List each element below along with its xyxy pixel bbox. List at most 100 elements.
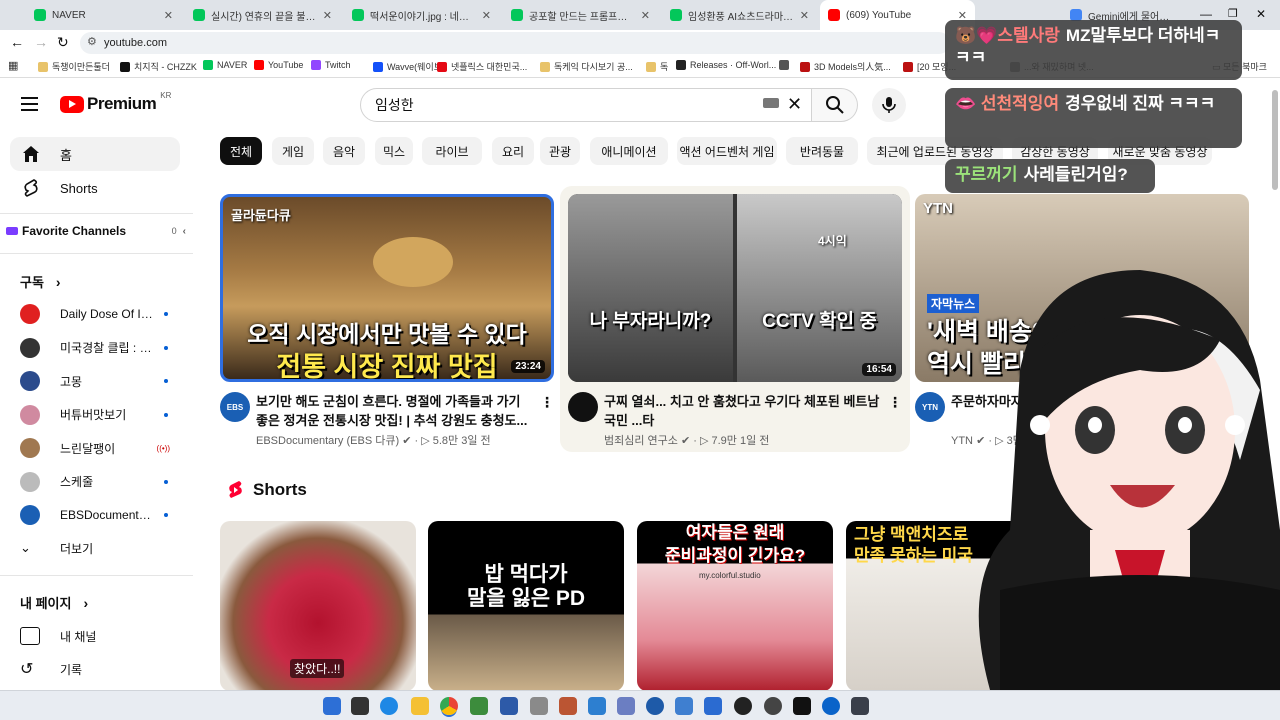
vm-icon[interactable] <box>617 697 635 715</box>
search-button[interactable] <box>812 88 858 122</box>
close-tab-icon[interactable]: ✕ <box>482 9 491 22</box>
sidebar-channel[interactable]: 느린달팽이 ((•)) <box>20 433 170 463</box>
filter-chip[interactable]: 액션 어드벤처 게임 <box>677 137 777 165</box>
filter-chip[interactable]: 관광 <box>540 137 580 165</box>
close-window-icon[interactable]: ✕ <box>1256 7 1266 21</box>
browser-tab[interactable]: 공포할 만드는 프롬프트 아카이✕ <box>503 0 658 30</box>
favorite-channels-header[interactable]: Favorite Channels 0 ‹ <box>6 222 186 240</box>
sidebar-item-shorts[interactable]: Shorts <box>10 171 180 205</box>
video-card[interactable]: 골라듄다큐 오직 시장에서만 맛볼 수 있다 전통 시장 진짜 맛집 23:24… <box>220 194 554 447</box>
file-explorer-icon[interactable] <box>411 697 429 715</box>
bookmark-item[interactable]: 독챙이만든툴더 <box>38 60 110 73</box>
filter-chip[interactable]: 믹스 <box>375 137 413 165</box>
sidebar-item-home[interactable]: 홈 <box>10 137 180 171</box>
edge-icon[interactable] <box>380 697 398 715</box>
youtube-logo[interactable]: Premium KR <box>60 91 171 114</box>
channel-avatar[interactable] <box>568 392 598 422</box>
clear-search-icon[interactable]: ✕ <box>787 94 802 115</box>
channel-avatar[interactable]: EBS <box>220 392 250 422</box>
filter-chip[interactable]: 전체 <box>220 137 262 165</box>
sidebar-channel[interactable]: 스케줄 <box>20 467 170 497</box>
obs-icon[interactable] <box>764 697 782 715</box>
minecraft-icon[interactable] <box>470 697 488 715</box>
channel-avatar <box>20 304 40 324</box>
shorts-heading: Shorts <box>228 480 307 500</box>
sidebar-channel[interactable]: 미국경찰 클립 : 미... <box>20 333 170 363</box>
snipping-icon[interactable] <box>559 697 577 715</box>
apps-grid-icon[interactable]: ▦ <box>8 59 18 72</box>
chrome-icon[interactable] <box>440 697 458 715</box>
sidebar-channel[interactable]: Daily Dose Of Int... <box>20 299 170 329</box>
scrollbar-thumb[interactable] <box>1272 90 1278 190</box>
new-content-dot <box>164 479 168 484</box>
bookmark-item[interactable]: 독케익 다시보기 공... <box>540 60 633 73</box>
page-scrollbar[interactable] <box>1270 86 1280 690</box>
reload-icon[interactable]: ↻ <box>57 34 69 51</box>
chevron-left-icon[interactable]: ‹ <box>183 226 186 237</box>
sidebar-more[interactable]: ⌄ 더보기 <box>20 533 170 563</box>
keyboard-icon[interactable] <box>763 98 779 108</box>
bookmark-item[interactable]: 넷플릭스 대한민국... <box>437 60 527 73</box>
capcut-icon[interactable] <box>793 697 811 715</box>
more-options-icon[interactable]: ⋮ <box>540 394 554 411</box>
bookmark-item[interactable]: Twitch <box>311 60 351 70</box>
chat-message: 꾸르꺼기 사레들린거임? <box>945 159 1155 193</box>
filter-chip[interactable]: 반려동물 <box>786 137 858 165</box>
filter-chip[interactable]: 음악 <box>323 137 365 165</box>
app-icon[interactable] <box>646 697 664 715</box>
store-icon[interactable] <box>500 697 518 715</box>
bookmark-item[interactable] <box>779 60 793 70</box>
filter-chip[interactable]: 애니메이션 <box>590 137 668 165</box>
bookmark-item[interactable]: Releases · Off-Worl... <box>676 60 776 70</box>
filter-chip[interactable]: 라이브 <box>422 137 482 165</box>
app-icon[interactable] <box>530 697 548 715</box>
subscriptions-header[interactable]: 구독 › <box>20 272 61 291</box>
maximize-icon[interactable]: ❐ <box>1228 7 1238 20</box>
divider <box>0 213 193 214</box>
app-icon[interactable] <box>822 697 840 715</box>
sidebar-item-history[interactable]: ↺ 기록 <box>20 654 170 684</box>
bookmark-item[interactable]: 독 <box>646 60 668 73</box>
photos-icon[interactable] <box>588 697 606 715</box>
site-info-icon[interactable]: ⚙ <box>87 35 97 48</box>
bookmark-item[interactable]: YouTube <box>254 60 303 70</box>
browser-tab[interactable]: 임성환풍 AI쇼츠드라마 : 네이버✕ <box>662 0 817 30</box>
sidebar-item-my-channel[interactable]: 내 채널 <box>20 621 170 651</box>
live-icon: ((•)) <box>156 443 170 453</box>
sidebar-channel[interactable]: 고몽 <box>20 366 170 396</box>
my-page-header[interactable]: 내 페이지 › <box>20 593 88 612</box>
back-icon[interactable]: ← <box>10 34 24 50</box>
voice-search-button[interactable] <box>872 88 906 122</box>
close-tab-icon[interactable]: ✕ <box>164 9 173 22</box>
settings-icon[interactable] <box>851 697 869 715</box>
short-card[interactable]: 여자들은 원래 준비과정이 긴가요? my.colorful.studio <box>637 521 833 691</box>
browser-tab[interactable]: 실시간) 연휴의 끝을 불태울 쇼✕ <box>185 0 340 30</box>
sidebar-channel[interactable]: 버튜버맛보기 <box>20 400 170 430</box>
copilot-icon[interactable] <box>351 697 369 715</box>
minimize-icon[interactable]: — <box>1200 7 1212 21</box>
bookmark-favicon-icon <box>676 60 686 70</box>
short-card[interactable]: 찾았다..!! <box>220 521 416 691</box>
sidebar-channel[interactable]: EBSDocumentar... <box>20 500 170 530</box>
video-thumbnail[interactable]: 골라듄다큐 오직 시장에서만 맛볼 수 있다 전통 시장 진짜 맛집 23:24 <box>220 194 554 382</box>
bookmark-item[interactable]: 3D Models의人気... <box>800 60 891 73</box>
browser-tab[interactable]: 떡서운이야기.jpg : 네이버 카페✕ <box>344 0 499 30</box>
filter-chip[interactable]: 게임 <box>272 137 314 165</box>
forward-icon[interactable]: → <box>34 34 48 50</box>
menu-icon[interactable] <box>21 97 38 111</box>
bookmark-item[interactable]: NAVER <box>203 60 247 70</box>
url-field[interactable]: ⚙ youtube.com <box>80 32 950 54</box>
filter-chip[interactable]: 요리 <box>492 137 534 165</box>
browser-tab[interactable]: NAVER ✕ <box>26 0 181 30</box>
windows-start-icon[interactable] <box>323 697 341 715</box>
editor-icon[interactable] <box>675 697 693 715</box>
close-tab-icon[interactable]: ✕ <box>800 9 809 22</box>
github-icon[interactable] <box>734 697 752 715</box>
short-card[interactable]: 밥 먹다가 말을 잃은 PD <box>428 521 624 691</box>
close-tab-icon[interactable]: ✕ <box>323 9 332 22</box>
bookmark-item[interactable]: 치지직 - CHZZK <box>120 60 197 73</box>
bookmark-item[interactable]: Wavve(웨이브) <box>373 60 445 73</box>
close-tab-icon[interactable]: ✕ <box>641 9 650 22</box>
search-input[interactable]: 임성한 ✕ <box>360 88 812 122</box>
ai-app-icon[interactable] <box>704 697 722 715</box>
